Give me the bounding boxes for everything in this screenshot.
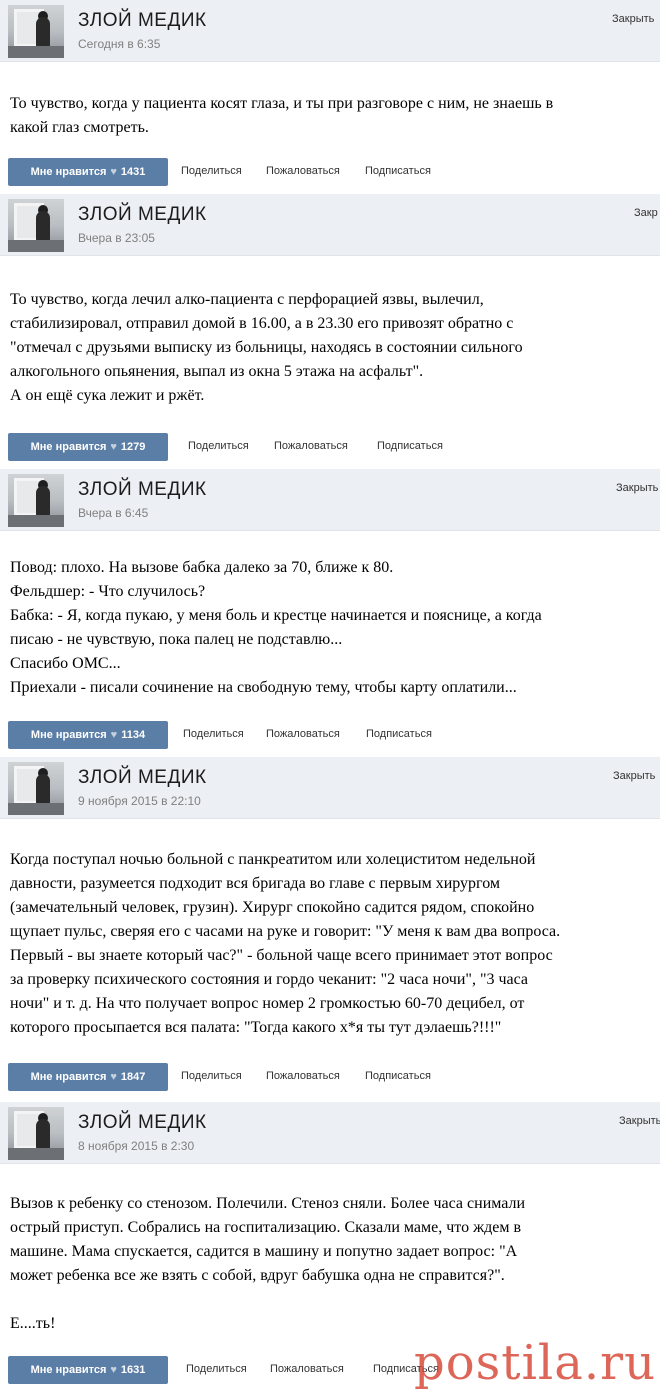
post-text-line: машине. Мама спускается, садится в машин…	[10, 1243, 518, 1260]
post-text-line: Бабка: - Я, когда пукаю, у меня боль и к…	[10, 607, 542, 624]
like-count: 1847	[120, 1071, 146, 1083]
subscribe-link[interactable]: Подписаться	[365, 165, 431, 177]
like-button[interactable]: Мне нравится ♥ 1134	[8, 721, 168, 749]
like-button[interactable]: Мне нравится ♥ 1847	[8, 1063, 168, 1091]
share-link[interactable]: Поделиться	[181, 165, 242, 177]
like-button[interactable]: Мне нравится ♥ 1631	[8, 1356, 168, 1384]
post-text-line: давности, разумеется подходит вся бригад…	[10, 875, 501, 892]
post-text-line: То чувство, когда у пациента косят глаза…	[10, 95, 554, 112]
share-link[interactable]: Поделиться	[181, 1070, 242, 1082]
close-button[interactable]: Закрыть	[619, 1115, 660, 1127]
post-actions: Мне нравится ♥ 1431 Поделиться Пожаловаться П…	[8, 158, 468, 186]
post-text-line: ночи" и т. д. На что получает вопрос ном…	[10, 995, 525, 1012]
subscribe-link[interactable]: Подписаться	[377, 440, 443, 452]
post-date[interactable]: 9 ноября 2015 в 22:10	[78, 794, 201, 808]
heart-icon: ♥	[110, 1071, 117, 1083]
author-name[interactable]: ЗЛОЙ МЕДИК	[78, 767, 207, 789]
post-text-line: Спасибо ОМС...	[10, 655, 121, 672]
like-button[interactable]: Мне нравится ♥ 1279	[8, 433, 168, 461]
like-label: Мне нравится	[30, 166, 107, 178]
like-button[interactable]: Мне нравится ♥ 1431	[8, 158, 168, 186]
post-text: То чувство, когда у пациента косят глаза…	[10, 92, 652, 140]
post-text: То чувство, когда лечил алко-пациента с …	[10, 288, 652, 408]
avatar[interactable]	[8, 474, 64, 527]
post-text-line: Вызов к ребенку со стенозом. Полечили. С…	[10, 1195, 526, 1212]
post-text-line: за проверку психического состояния и гор…	[10, 971, 529, 988]
post-text-line: щупает пульс, сверяя его с часами на рук…	[10, 923, 561, 940]
avatar[interactable]	[8, 199, 64, 252]
share-link[interactable]: Поделиться	[183, 728, 244, 740]
post-header: ЗЛОЙ МЕДИК Вчера в 6:45 Закрыть	[0, 469, 660, 531]
author-name[interactable]: ЗЛОЙ МЕДИК	[78, 10, 207, 32]
post-text-line: острый приступ. Собрались на госпитализа…	[10, 1219, 522, 1236]
post-text-line: может ребенка все же взять с собой, вдру…	[10, 1267, 505, 1284]
author-name[interactable]: ЗЛОЙ МЕДИК	[78, 1112, 207, 1134]
close-button[interactable]: Закрыть	[613, 770, 655, 782]
post-date[interactable]: Вчера в 6:45	[78, 506, 148, 520]
report-link[interactable]: Пожаловаться	[274, 440, 348, 452]
post-actions: Мне нравится ♥ 1847 Поделиться Пожаловаться П…	[8, 1063, 468, 1091]
post-date[interactable]: Вчера в 23:05	[78, 231, 155, 245]
post-header: ЗЛОЙ МЕДИК 9 ноября 2015 в 22:10 Закрыть	[0, 757, 660, 819]
post-text-line: "отмечал с друзьями выписку из больницы,…	[10, 339, 523, 356]
author-name[interactable]: ЗЛОЙ МЕДИК	[78, 479, 207, 501]
post-text-line: писаю - не чувствую, пока палец не подст…	[10, 631, 343, 648]
like-label: Мне нравится	[30, 729, 107, 741]
like-count: 1134	[121, 729, 146, 741]
like-count: 1631	[120, 1364, 146, 1376]
post-text-line: (замечательный человек, грузин). Хирург …	[10, 899, 535, 916]
close-button[interactable]: Закр	[634, 207, 658, 219]
post-actions: Мне нравится ♥ 1134 Поделиться Пожаловаться П…	[8, 721, 468, 749]
post-text-line: А он ещё сука лежит и ржёт.	[10, 387, 205, 404]
post-text-line: То чувство, когда лечил алко-пациента с …	[10, 291, 484, 308]
post-actions: Мне нравится ♥ 1279 Поделиться Пожаловаться П…	[8, 433, 468, 461]
subscribe-link[interactable]: Подписаться	[365, 1070, 431, 1082]
report-link[interactable]: Пожаловаться	[266, 1070, 340, 1082]
subscribe-link[interactable]: Подписаться	[366, 728, 432, 740]
post-text-line: Первый - вы знаете который час?" - больн…	[10, 947, 553, 964]
heart-icon: ♥	[110, 166, 117, 178]
post-text-line: Повод: плохо. На вызове бабка далеко за …	[10, 559, 394, 576]
like-label: Мне нравится	[30, 1071, 107, 1083]
avatar[interactable]	[8, 5, 64, 58]
report-link[interactable]: Пожаловаться	[266, 165, 340, 177]
post-text-line: какой глаз смотреть.	[10, 119, 149, 136]
post-text-line: Приехали - писали сочинение на свободную…	[10, 679, 517, 696]
share-link[interactable]: Поделиться	[186, 1363, 247, 1375]
like-label: Мне нравится	[30, 441, 107, 453]
post-text: Когда поступал ночью больной с панкреати…	[10, 848, 652, 1040]
post-text-line: алкогольного опьянения, выпал из окна 5 …	[10, 363, 424, 380]
watermark: postila.ru	[414, 1335, 656, 1391]
avatar[interactable]	[8, 762, 64, 815]
report-link[interactable]: Пожаловаться	[266, 728, 340, 740]
author-name[interactable]: ЗЛОЙ МЕДИК	[78, 204, 207, 226]
like-count: 1279	[120, 441, 146, 453]
post-header: ЗЛОЙ МЕДИК Сегодня в 6:35 Закрыть	[0, 0, 660, 62]
post-date[interactable]: 8 ноября 2015 в 2:30	[78, 1139, 194, 1153]
post-actions: Мне нравится ♥ 1631 Поделиться Пожаловаться П…	[8, 1356, 468, 1384]
post-header: ЗЛОЙ МЕДИК 8 ноября 2015 в 2:30 Закрыть	[0, 1102, 660, 1164]
post-text: Вызов к ребенку со стенозом. Полечили. С…	[10, 1192, 652, 1336]
post-text-line: стабилизировал, отправил домой в 16.00, …	[10, 315, 514, 332]
share-link[interactable]: Поделиться	[188, 440, 249, 452]
post-text: Повод: плохо. На вызове бабка далеко за …	[10, 556, 652, 700]
post-text-line: Когда поступал ночью больной с панкреати…	[10, 851, 536, 868]
close-button[interactable]: Закрыть	[616, 482, 658, 494]
heart-icon: ♥	[110, 729, 118, 741]
post-header: ЗЛОЙ МЕДИК Вчера в 23:05 Закр	[0, 194, 660, 256]
post-date[interactable]: Сегодня в 6:35	[78, 37, 160, 51]
post-text-line	[10, 1288, 652, 1312]
post-text-line: Фельдшер: - Что случилось?	[10, 583, 206, 600]
like-label: Мне нравится	[30, 1364, 107, 1376]
report-link[interactable]: Пожаловаться	[270, 1363, 344, 1375]
avatar[interactable]	[8, 1107, 64, 1160]
close-button[interactable]: Закрыть	[612, 13, 654, 25]
post-text-line: которого просыпается вся палата: "Тогда …	[10, 1019, 502, 1036]
heart-icon: ♥	[110, 1364, 117, 1376]
post-text-line: Е....ть!	[10, 1315, 56, 1332]
heart-icon: ♥	[110, 441, 117, 453]
like-count: 1431	[120, 166, 146, 178]
